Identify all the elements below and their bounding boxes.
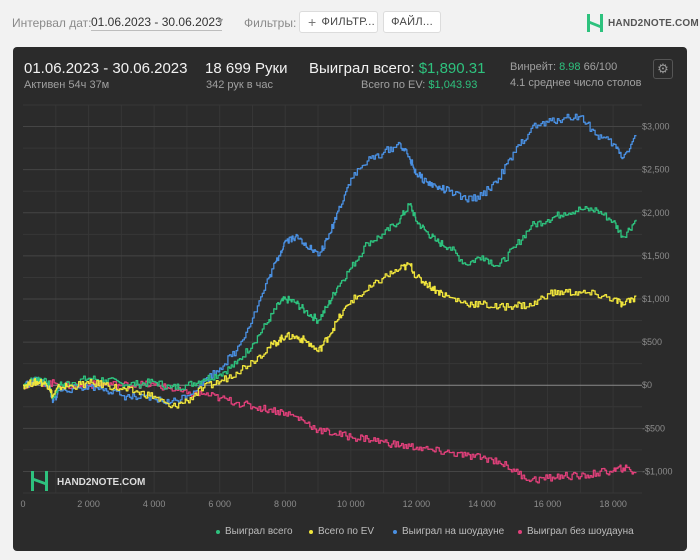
date-range-select[interactable]: 01.06.2023 - 30.06.2023 — [91, 15, 222, 31]
profit-chart: $3,000 $2,500 $2,000 $1,500 $1,000 $500 $0 -$50… — [20, 104, 673, 509]
logo-text: HAND2NOTE.COM — [608, 17, 699, 29]
legend-dot-showdown — [393, 529, 397, 534]
x-tick-label: 6 000 — [208, 499, 231, 509]
x-tick-label: 16 000 — [534, 499, 562, 509]
legend-showdown[interactable]: Выиграл на шоудауне — [393, 526, 504, 537]
legend-dot-total — [216, 529, 220, 534]
series-line-1 — [23, 262, 637, 409]
y-tick-label: $2,500 — [642, 165, 670, 175]
legend-dot-ev — [309, 529, 313, 534]
top-toolbar: Интервал дат: 01.06.2023 - 30.06.2023 ▼ … — [0, 0, 700, 44]
legend-nonshowdown[interactable]: Выиграл без шоудауна — [518, 526, 634, 537]
filters-label: Фильтры: — [244, 16, 297, 30]
filter-button-label: ФИЛЬТР... — [321, 16, 375, 28]
y-tick-label: $1,000 — [642, 294, 670, 304]
y-tick-label: -$1,000 — [642, 466, 673, 476]
graph-panel: 01.06.2023 - 30.06.2023 Активен 54ч 37м … — [13, 47, 687, 551]
series-line-3 — [23, 379, 637, 484]
x-tick-label: 12 000 — [403, 499, 431, 509]
add-filter-button[interactable]: + ФИЛЬТР... — [299, 11, 378, 33]
y-tick-label: $3,000 — [642, 122, 670, 132]
y-tick-label: -$500 — [642, 423, 665, 433]
file-button[interactable]: ФАЙЛ... — [383, 11, 441, 33]
x-axis-ticks: 0 2 000 4 000 6 000 8 000 10 000 12 000 14 000 1… — [20, 499, 626, 509]
legend-showdown-label: Выиграл на шоудауне — [402, 526, 505, 537]
watermark-icon-bar-left — [31, 471, 34, 491]
y-tick-label: $1,500 — [642, 251, 670, 261]
file-button-label: ФАЙЛ... — [391, 16, 433, 28]
x-tick-label: 2 000 — [77, 499, 100, 509]
chevron-down-icon[interactable]: ▼ — [216, 16, 225, 26]
legend-nonshowdown-label: Выиграл без шоудауна — [527, 526, 634, 537]
watermark-icon-bar-right — [45, 471, 48, 491]
y-axis-ticks: $3,000 $2,500 $2,000 $1,500 $1,000 $500 $0 -$50… — [642, 122, 673, 477]
hand2note-logo-icon — [587, 14, 603, 32]
interval-label: Интервал дат: — [12, 16, 92, 30]
legend-total-label: Выиграл всего — [225, 526, 293, 537]
x-tick-label: 0 — [20, 499, 25, 509]
legend-dot-nonshowdown — [518, 529, 522, 534]
y-tick-label: $2,000 — [642, 208, 670, 218]
legend-ev[interactable]: Всего по EV — [309, 526, 374, 537]
x-tick-label: 4 000 — [143, 499, 166, 509]
series-line-2 — [23, 113, 637, 405]
plus-icon: + — [308, 14, 317, 30]
watermark-text: HAND2NOTE.COM — [57, 477, 145, 488]
x-tick-label: 10 000 — [337, 499, 365, 509]
y-tick-label: $0 — [642, 380, 652, 390]
x-tick-label: 18 000 — [599, 499, 627, 509]
x-tick-label: 8 000 — [274, 499, 297, 509]
hand2note-logo: HAND2NOTE.COM — [586, 12, 699, 34]
x-tick-label: 14 000 — [468, 499, 496, 509]
watermark-icon-stroke — [34, 478, 45, 485]
y-tick-label: $500 — [642, 337, 662, 347]
legend-total[interactable]: Выиграл всего — [216, 526, 293, 537]
legend-ev-label: Всего по EV — [318, 526, 375, 537]
